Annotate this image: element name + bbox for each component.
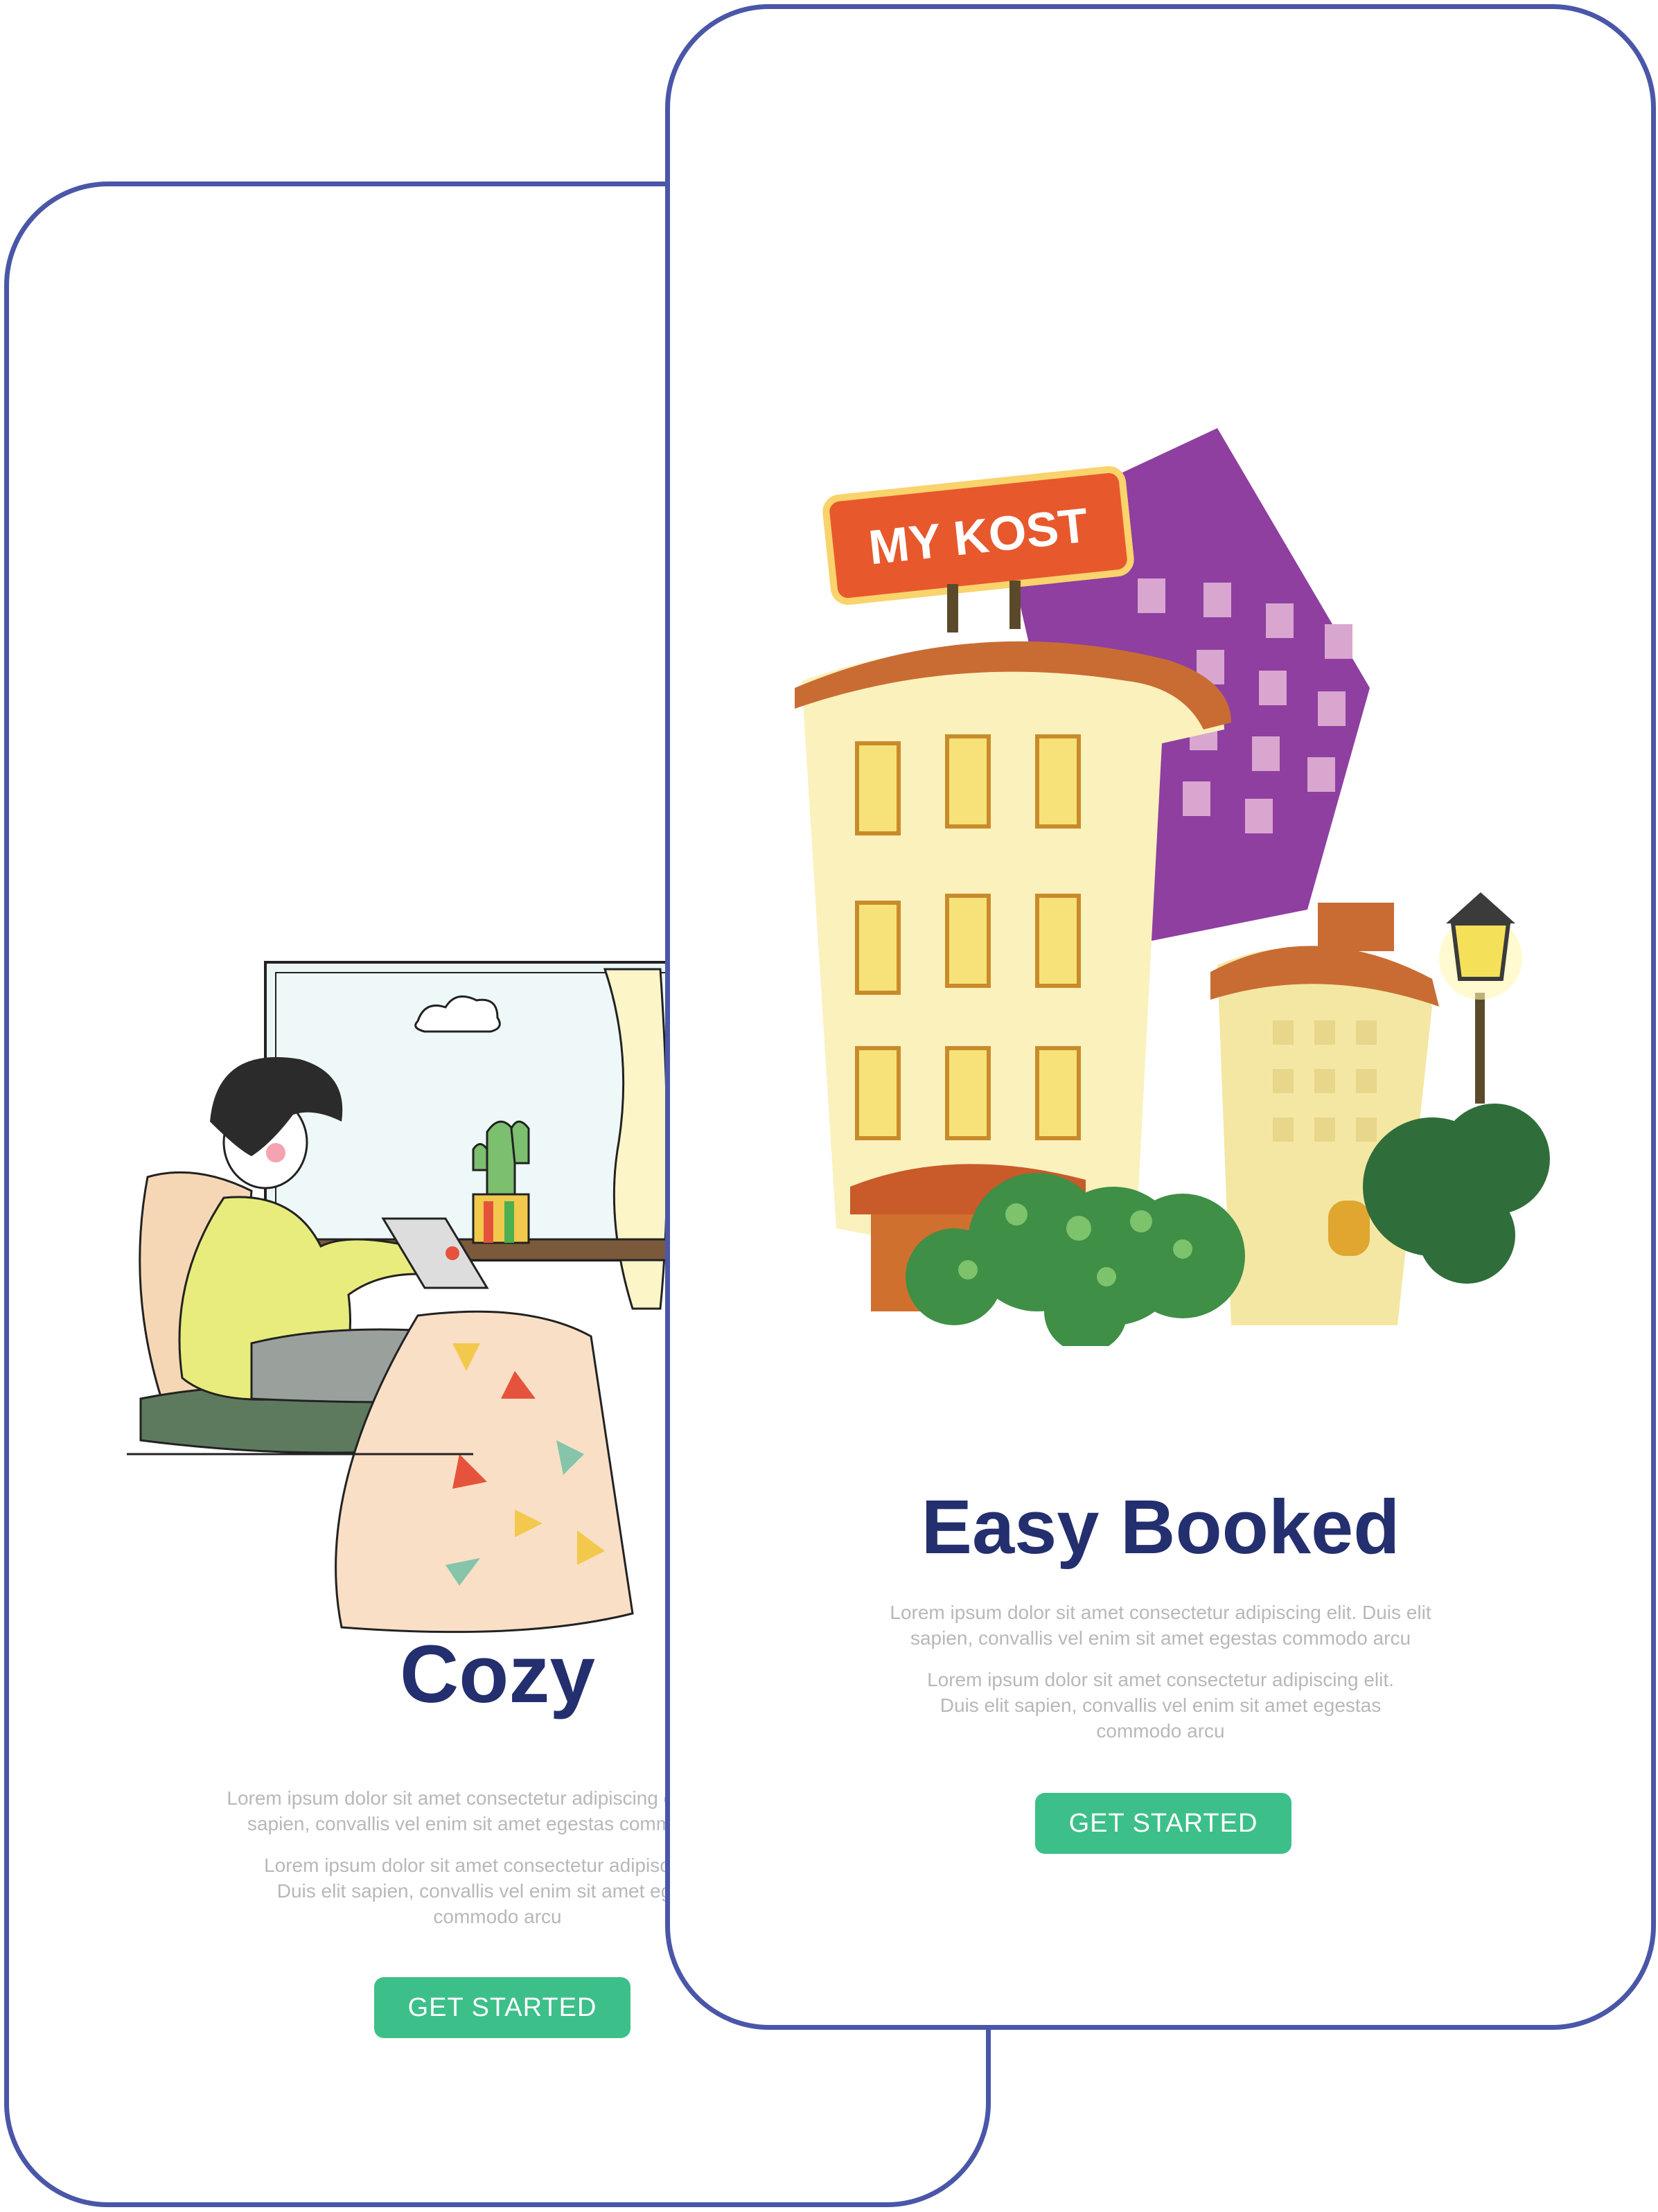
description-line: Lorem ipsum dolor sit amet consectetur a… — [927, 1669, 1394, 1690]
get-started-button[interactable]: GET STARTED — [1035, 1793, 1291, 1854]
description-paragraph-1: Lorem ipsum dolor sit amet consectetur a… — [670, 1600, 1651, 1651]
description-line: commodo arcu — [1096, 1720, 1225, 1742]
screen-title: Easy Booked — [921, 1485, 1400, 1570]
description-line: sapien, convallis vel enim sit amet eges… — [910, 1627, 1411, 1649]
get-started-button[interactable]: GET STARTED — [374, 1977, 630, 2038]
description-line: Duis elit sapien, convallis vel enim sit… — [940, 1695, 1382, 1716]
description-paragraph-2: Lorem ipsum dolor sit amet consectetur a… — [670, 1667, 1651, 1744]
kost-building-illustration: MY KOST — [795, 428, 1550, 1346]
description-line: Lorem ipsum dolor sit amet consectetur a… — [890, 1602, 1431, 1623]
onboarding-screen-easy-booked: MY KOST Easy Booked Lorem ipsum dolor si… — [665, 4, 1656, 2030]
